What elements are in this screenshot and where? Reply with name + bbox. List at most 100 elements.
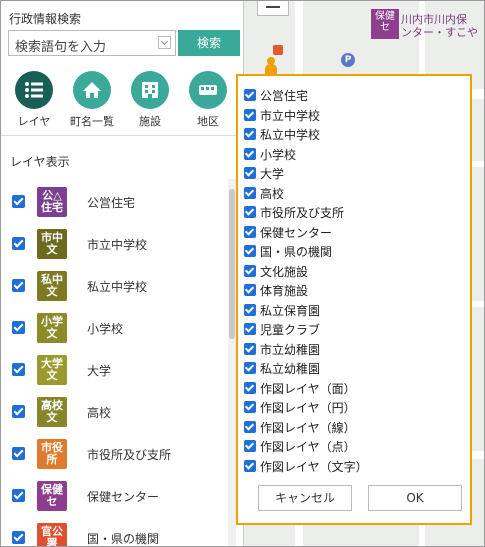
layer-scrollbar[interactable]: [228, 179, 236, 546]
option-label: 文化施設: [260, 265, 309, 279]
option-label: 私立中学校: [260, 128, 321, 142]
layer-checkbox[interactable]: [12, 237, 25, 250]
option-checkbox[interactable]: [244, 167, 256, 179]
parking-icon: P: [341, 53, 355, 67]
layer-label: 私立中学校: [87, 280, 148, 294]
option-label: 大学: [260, 167, 285, 181]
layer-row[interactable]: 小学文 小学校: [1, 308, 227, 348]
cancel-button[interactable]: キャンセル: [258, 485, 352, 511]
option-checkbox[interactable]: [244, 245, 256, 257]
option-label: 作図レイヤ（面）: [260, 382, 356, 396]
option-label: 高校: [260, 187, 285, 201]
option-checkbox[interactable]: [244, 284, 256, 296]
divider: [1, 135, 243, 136]
option-checkbox[interactable]: [244, 109, 256, 121]
zoom-out-button[interactable]: [257, 1, 289, 16]
layer-label: 国・県の機関: [87, 532, 160, 546]
side-panel: 行政情報検索 検索語句を入力 検索 レイヤ 町名一覧 施設 地区 レイヤ表示 公…: [1, 1, 244, 546]
option-checkbox[interactable]: [244, 304, 256, 316]
search-input[interactable]: 検索語句を入力: [8, 30, 176, 56]
poi-label-line1: 川内市川内保: [401, 13, 467, 26]
layer-checkbox[interactable]: [12, 321, 25, 334]
elementary-school-icon: 小学文: [37, 313, 67, 343]
option-checkbox[interactable]: [244, 226, 256, 238]
tool-label: 施設: [139, 115, 161, 128]
tool-label: 地区: [197, 115, 219, 128]
option-checkbox[interactable]: [244, 265, 256, 277]
option-label: 体育施設: [260, 284, 309, 298]
poi-label: 川内市川内保 ンター・すこや: [401, 13, 478, 39]
search-placeholder: 検索語句を入力: [15, 40, 107, 55]
option-label: 保健センター: [260, 226, 333, 240]
tool-label: 町名一覧: [70, 115, 114, 128]
layer-row[interactable]: 市中文 市立中学校: [1, 224, 227, 264]
option-checkbox[interactable]: [244, 382, 256, 394]
health-center-icon: 保健セ: [37, 481, 67, 511]
private-junior-high-icon: 私中文: [37, 271, 67, 301]
layer-checkbox[interactable]: [12, 405, 25, 418]
option-label: 作図レイヤ（文字）: [260, 460, 368, 474]
layer-row[interactable]: 官公署 国・県の機関: [1, 518, 227, 546]
layer-row[interactable]: 保健セ 保健センター: [1, 476, 227, 516]
layer-row[interactable]: 市役所 市役所及び支所: [1, 434, 227, 474]
option-label: 公営住宅: [260, 89, 309, 103]
high-school-icon: 高校文: [37, 397, 67, 427]
ok-button[interactable]: OK: [368, 485, 462, 511]
layer-row[interactable]: 私中文 私立中学校: [1, 266, 227, 306]
layer-select-popup: 公営住宅 市立中学校 私立中学校 小学校 大学 高校 市役所及び支所 保健センタ…: [236, 74, 472, 525]
option-label: 作図レイヤ（円）: [260, 401, 356, 415]
layer-label: 大学: [87, 364, 112, 378]
option-label: 国・県の機関: [260, 245, 333, 259]
option-checkbox[interactable]: [244, 89, 256, 101]
option-checkbox[interactable]: [244, 401, 256, 413]
layer-checkbox[interactable]: [12, 447, 25, 460]
layer-checkbox[interactable]: [12, 195, 25, 208]
search-row: 検索語句を入力 検索: [8, 30, 240, 56]
layer-checkbox[interactable]: [12, 279, 25, 292]
layer-row[interactable]: 高校文 高校: [1, 392, 227, 432]
list-icon: [15, 71, 53, 109]
option-label: 私立幼稚園: [260, 362, 321, 376]
option-label: 作図レイヤ（点）: [260, 440, 356, 454]
option-checkbox[interactable]: [244, 323, 256, 335]
app-frame: P 保健セ 川内市川内保 ンター・すこや 行政情報検索 検索語句を入力 検索 レ…: [0, 0, 485, 547]
government-office-icon: 官公署: [37, 523, 67, 546]
layer-checkbox[interactable]: [12, 531, 25, 544]
tool-town-list[interactable]: 町名一覧: [67, 71, 117, 129]
option-checkbox[interactable]: [244, 128, 256, 140]
city-office-icon: 市役所: [37, 439, 67, 469]
option-checkbox[interactable]: [244, 362, 256, 374]
search-button[interactable]: 検索: [178, 30, 240, 56]
option-checkbox[interactable]: [244, 440, 256, 452]
university-icon: 大学文: [37, 355, 67, 385]
option-checkbox[interactable]: [244, 148, 256, 160]
public-housing-icon: 公△住宅: [37, 187, 67, 217]
bus-icon: [189, 71, 227, 109]
option-checkbox[interactable]: [244, 343, 256, 355]
layer-checkbox[interactable]: [12, 489, 25, 502]
layer-row[interactable]: 大学文 大学: [1, 350, 227, 390]
layer-label: 小学校: [87, 322, 124, 336]
map-marker-icon: [273, 45, 283, 55]
option-label: 児童クラブ: [260, 323, 321, 337]
poi-label-line2: ンター・すこや: [401, 26, 478, 39]
option-label: 小学校: [260, 148, 297, 162]
search-title: 行政情報検索: [9, 12, 82, 26]
option-checkbox[interactable]: [244, 206, 256, 218]
layer-label: 高校: [87, 406, 112, 420]
tool-district[interactable]: 地区: [183, 71, 233, 129]
building-icon: [131, 71, 169, 109]
junior-high-icon: 市中文: [37, 229, 67, 259]
scrollbar-thumb[interactable]: [229, 189, 235, 339]
poi-marker-hoken[interactable]: 保健セ: [371, 9, 399, 39]
option-checkbox[interactable]: [244, 460, 256, 472]
layer-checkbox[interactable]: [12, 363, 25, 376]
layer-section-title: レイヤ表示: [10, 155, 70, 169]
layer-row[interactable]: 公△住宅 公営住宅: [1, 182, 227, 222]
tool-facility[interactable]: 施設: [125, 71, 175, 129]
dropdown-icon[interactable]: [158, 36, 171, 49]
option-checkbox[interactable]: [244, 187, 256, 199]
option-checkbox[interactable]: [244, 421, 256, 433]
tool-layer[interactable]: レイヤ: [9, 71, 59, 129]
layer-label: 市役所及び支所: [87, 448, 172, 462]
